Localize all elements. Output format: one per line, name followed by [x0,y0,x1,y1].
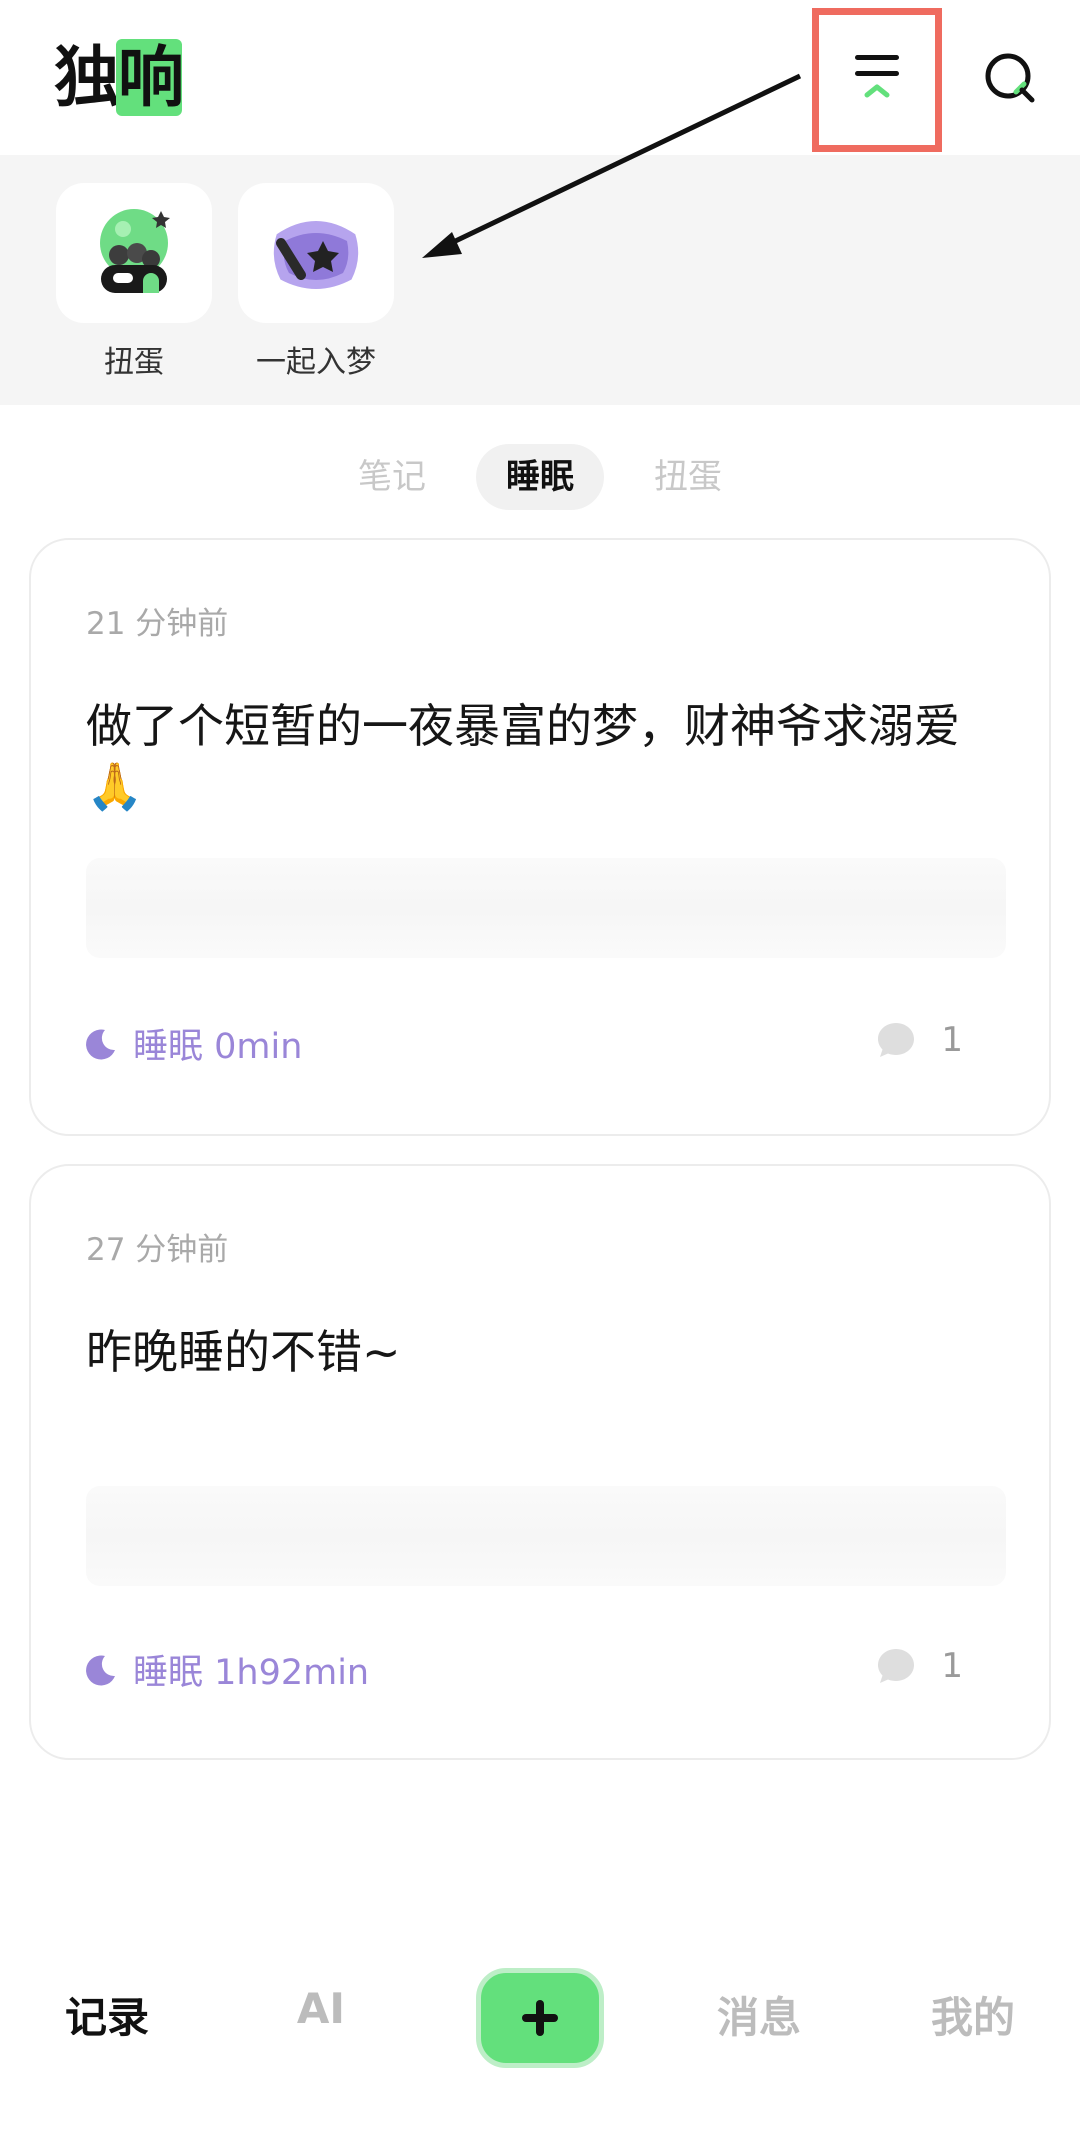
comment-count-text: 1 [941,1020,963,1060]
menu-toggle-button[interactable] [812,8,942,152]
comment-count-text: 1 [941,1646,963,1686]
bottom-nav: 记录 AI 消息 我的 [0,1940,1080,2100]
content-tabs: 笔记 睡眠 扭蛋 [0,444,1080,510]
comment-icon [878,1649,915,1683]
svg-text:z: z [107,1658,112,1669]
sleep-duration: z 睡眠 0min [83,1018,302,1069]
create-post-button[interactable] [476,1968,604,2068]
shortcut-strip: 扭蛋 一起入梦 [0,155,1080,405]
app-logo: 独响 [54,39,184,116]
shortcut-gacha[interactable]: 扭蛋 [56,183,212,381]
nav-mine[interactable]: 我的 [898,1984,1048,2045]
post-time: 21 分钟前 [86,606,229,642]
comment-icon [878,1023,915,1057]
post-card[interactable]: 27 分钟前 昨晚睡的不错~ z 睡眠 1h92min 1 [29,1164,1051,1760]
shortcut-dream-together[interactable]: 一起入梦 [238,183,394,381]
menu-icon [855,55,899,98]
tab-notes[interactable]: 笔记 [328,444,456,510]
top-header: 独响 [0,0,1080,155]
post-image-placeholder [86,1486,1006,1586]
post-text: 昨晚睡的不错~ [86,1325,401,1379]
sleep-duration-text: 睡眠 1h92min [133,1653,370,1693]
sleep-duration-text: 睡眠 0min [133,1027,303,1067]
comment-count[interactable]: 1 [875,1020,963,1060]
tab-gacha[interactable]: 扭蛋 [624,444,752,510]
nav-messages[interactable]: 消息 [684,1984,834,2045]
gacha-capsule-icon [100,209,170,293]
post-time: 27 分钟前 [86,1232,229,1268]
comment-count[interactable]: 1 [875,1646,963,1686]
search-icon [985,53,1035,103]
shortcut-tile[interactable] [238,183,394,323]
pillow-icon [269,217,363,293]
shortcut-tile[interactable] [56,183,212,323]
shortcut-label: 扭蛋 [104,345,164,380]
post-image-placeholder [86,858,1006,958]
sleep-duration: z 睡眠 1h92min [83,1644,369,1695]
plus-icon [522,2000,558,2036]
post-card[interactable]: 21 分钟前 做了个短暂的一夜暴富的梦，财神爷求溺爱🙏 z 睡眠 0min 1 [29,538,1051,1136]
shortcut-label: 一起入梦 [256,345,376,380]
logo-text: 独响 [54,39,184,116]
moon-icon: z [86,1654,115,1685]
nav-ai[interactable]: AI [246,1984,396,2033]
svg-text:z: z [107,1032,112,1043]
nav-records[interactable]: 记录 [32,1984,182,2045]
search-button[interactable] [980,48,1040,108]
tab-sleep[interactable]: 睡眠 [476,444,604,510]
post-text: 做了个短暂的一夜暴富的梦，财神爷求溺爱🙏 [86,699,960,813]
moon-icon: z [86,1028,115,1059]
